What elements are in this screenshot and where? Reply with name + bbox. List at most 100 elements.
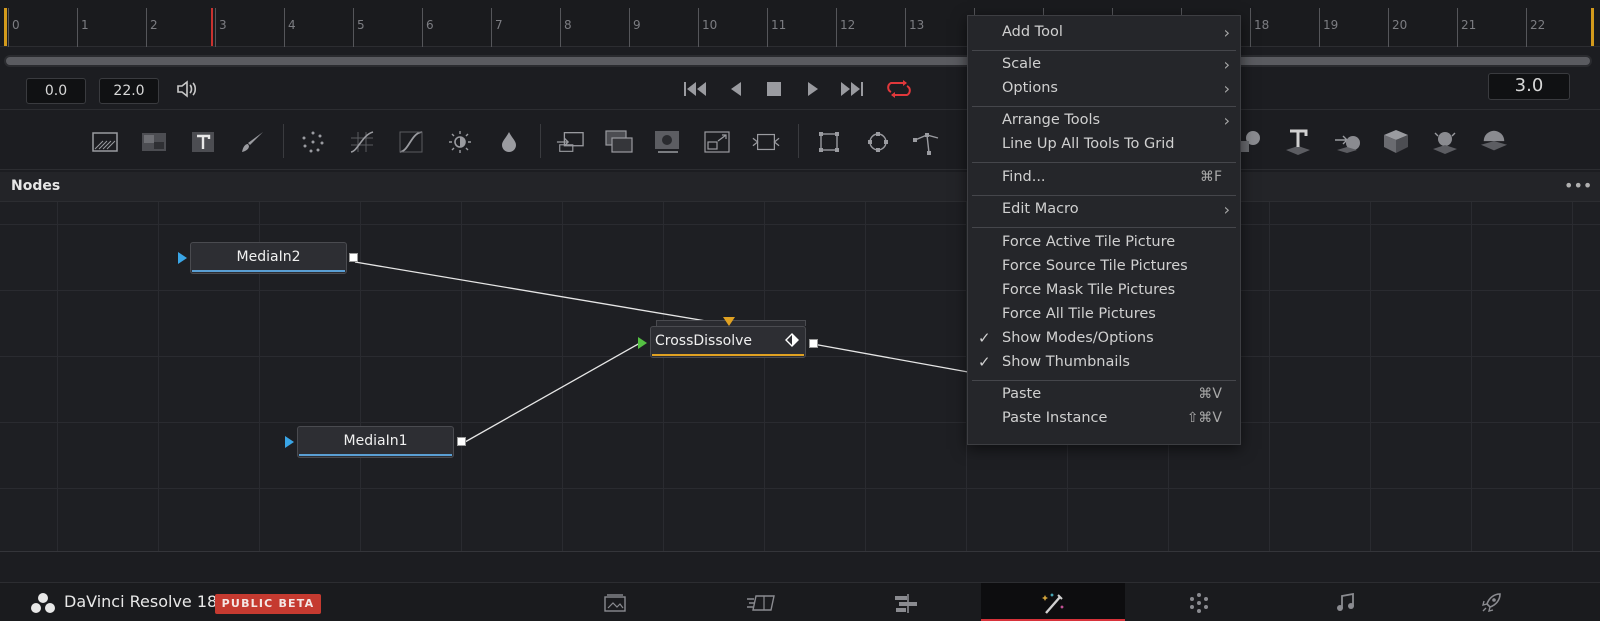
- time-ruler[interactable]: 012345678910111213141516171819202122: [0, 0, 1600, 47]
- menu-item-arrange-tools[interactable]: Arrange Tools ›: [968, 109, 1240, 133]
- menu-item-scale[interactable]: Scale ›: [968, 53, 1240, 77]
- camera-3d-icon[interactable]: [1382, 128, 1410, 156]
- ruler-tick-label: 10: [702, 18, 718, 32]
- fusion-page-icon[interactable]: [981, 583, 1125, 621]
- menu-item-force-active-tile[interactable]: Force Active Tile Picture: [968, 231, 1240, 255]
- go-to-start-icon[interactable]: [682, 78, 708, 100]
- text-3d-icon[interactable]: [1284, 128, 1312, 156]
- channel-boolean-icon[interactable]: [654, 128, 682, 156]
- transform-icon[interactable]: [703, 128, 731, 156]
- toolbar-separator: [540, 124, 541, 158]
- page-navigation-bar: DaVinci Resolve 18 PUBLIC BETA: [0, 582, 1600, 621]
- playhead[interactable]: [211, 8, 213, 46]
- ruler-tick: [560, 8, 561, 47]
- brightness-contrast-icon[interactable]: [446, 128, 474, 156]
- ruler-tick-label: 0: [12, 18, 20, 32]
- menu-item-paste[interactable]: Paste ⌘V: [968, 383, 1240, 407]
- node-mediain2[interactable]: MediaIn2: [190, 242, 347, 274]
- text-icon[interactable]: [189, 128, 217, 156]
- color-corrector-icon[interactable]: [495, 128, 523, 156]
- node-editor-canvas[interactable]: MediaIn2 CrossDissolve MediaIn1: [0, 202, 1600, 552]
- paint-icon[interactable]: [238, 128, 266, 156]
- toolbar-separator: [798, 124, 799, 158]
- menu-separator: [972, 380, 1236, 381]
- play-reverse-icon[interactable]: [723, 78, 749, 100]
- render-start-field[interactable]: 0.0: [26, 78, 86, 104]
- audio-speaker-icon[interactable]: [174, 78, 200, 100]
- curves-icon[interactable]: [397, 128, 425, 156]
- mediain2-output-port[interactable]: [349, 253, 358, 262]
- ruler-tick-label: 21: [1461, 18, 1477, 32]
- particles-icon[interactable]: [299, 128, 327, 156]
- color-page-icon[interactable]: [1127, 583, 1271, 621]
- spotlight-icon[interactable]: [1431, 128, 1459, 156]
- menu-separator: [972, 50, 1236, 51]
- ruler-tick: [215, 8, 216, 47]
- render-end-field[interactable]: 22.0: [99, 78, 159, 104]
- shortcut-label: ⇧⌘V: [1186, 410, 1222, 426]
- menu-item-force-source-tiles[interactable]: Force Source Tile Pictures: [968, 255, 1240, 279]
- node-crossdissolve[interactable]: CrossDissolve: [650, 326, 806, 358]
- menu-item-find[interactable]: Find... ⌘F: [968, 166, 1240, 190]
- mediain1-output-port[interactable]: [457, 437, 466, 446]
- fast-noise-icon[interactable]: [140, 128, 168, 156]
- ruler-tick: [1250, 8, 1251, 47]
- menu-item-show-modes-options[interactable]: ✓ Show Modes/Options: [968, 327, 1240, 351]
- node-label: MediaIn1: [343, 433, 408, 449]
- matte-control-icon[interactable]: [605, 128, 633, 156]
- render-range-end-marker[interactable]: [1591, 8, 1594, 46]
- current-time-field[interactable]: 3.0: [1488, 73, 1570, 100]
- polygon-mask-icon[interactable]: [913, 128, 941, 156]
- ruler-tick-label: 20: [1392, 18, 1408, 32]
- menu-item-force-all-tiles[interactable]: Force All Tile Pictures: [968, 303, 1240, 327]
- menu-item-force-mask-tiles[interactable]: Force Mask Tile Pictures: [968, 279, 1240, 303]
- ruler-tick: [1526, 8, 1527, 47]
- crossdissolve-output-port[interactable]: [809, 339, 818, 348]
- background-icon[interactable]: [91, 128, 119, 156]
- menu-item-line-up-tools[interactable]: Line Up All Tools To Grid: [968, 133, 1240, 157]
- ellipse-mask-icon[interactable]: [864, 128, 892, 156]
- play-forward-icon[interactable]: [800, 78, 826, 100]
- menu-item-add-tool[interactable]: Add Tool ›: [968, 21, 1240, 45]
- node-mediain1[interactable]: MediaIn1: [297, 426, 454, 458]
- ruler-tick: [8, 8, 9, 47]
- ruler-tick-label: 11: [771, 18, 787, 32]
- edit-page-icon[interactable]: [835, 583, 979, 621]
- cut-page-icon[interactable]: [689, 583, 833, 621]
- menu-item-paste-instance[interactable]: Paste Instance ⇧⌘V: [968, 407, 1240, 431]
- timeline-scrollbar-thumb[interactable]: [6, 57, 1590, 65]
- color-curves-icon[interactable]: [348, 128, 376, 156]
- resize-icon[interactable]: [752, 128, 780, 156]
- render-range-start-marker[interactable]: [4, 8, 7, 46]
- menu-separator: [972, 195, 1236, 196]
- menu-item-options[interactable]: Options ›: [968, 77, 1240, 101]
- go-to-end-icon[interactable]: [839, 78, 865, 100]
- menu-item-show-thumbnails[interactable]: ✓ Show Thumbnails: [968, 351, 1240, 375]
- deliver-page-icon[interactable]: [1419, 583, 1563, 621]
- rectangle-mask-icon[interactable]: [815, 128, 843, 156]
- ruler-tick-label: 3: [219, 18, 227, 32]
- submenu-arrow-icon: ›: [1223, 55, 1230, 74]
- submenu-arrow-icon: ›: [1223, 79, 1230, 98]
- renderer-3d-icon[interactable]: [1480, 128, 1508, 156]
- loop-icon[interactable]: [886, 78, 912, 100]
- fusion-page: 012345678910111213141516171819202122 0.0…: [0, 0, 1600, 621]
- menu-item-edit-macro[interactable]: Edit Macro ›: [968, 198, 1240, 222]
- merge-icon[interactable]: [556, 128, 584, 156]
- fairlight-page-icon[interactable]: [1273, 583, 1417, 621]
- merge-3d-icon[interactable]: [1333, 128, 1361, 156]
- more-options-icon[interactable]: •••: [1564, 176, 1592, 198]
- mediain2-input-port[interactable]: [178, 252, 187, 264]
- mediain1-input-port[interactable]: [285, 436, 294, 448]
- shortcut-label: ⌘V: [1198, 386, 1222, 402]
- menu-separator: [972, 227, 1236, 228]
- media-page-icon[interactable]: [543, 583, 687, 621]
- stop-icon[interactable]: [761, 78, 787, 100]
- davinci-logo-icon: [30, 592, 56, 618]
- node-label: MediaIn2: [236, 249, 301, 265]
- ruler-tick: [422, 8, 423, 47]
- nodes-panel-title: Nodes: [11, 178, 61, 194]
- crossdissolve-background-port[interactable]: [638, 337, 647, 349]
- crossdissolve-foreground-port[interactable]: [723, 317, 735, 326]
- ruler-tick-label: 7: [495, 18, 503, 32]
